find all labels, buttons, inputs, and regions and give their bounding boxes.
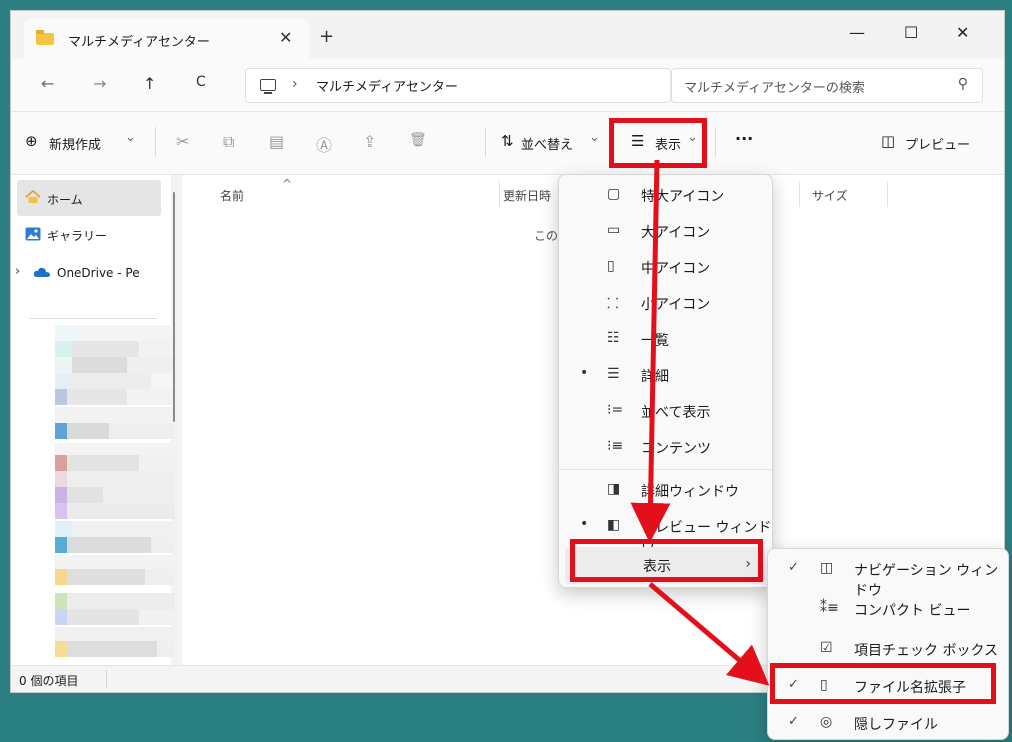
annotation-arrows: [630, 159, 770, 686]
arrow-to-show-item: [630, 159, 671, 543]
arrow-to-file-extension: [648, 582, 770, 686]
